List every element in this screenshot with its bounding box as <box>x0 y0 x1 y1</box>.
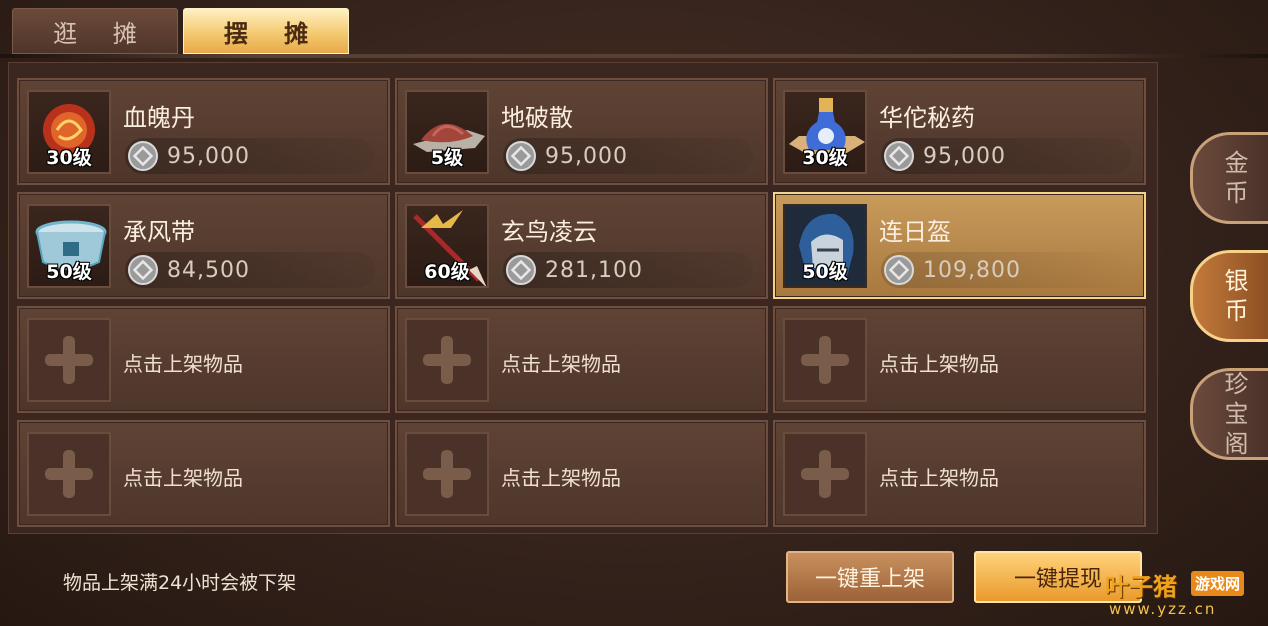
add-item-label: 点击上架物品 <box>501 466 621 490</box>
listing-expiry-notice: 物品上架满24小时会被下架 <box>63 572 297 594</box>
plus-icon <box>801 450 849 498</box>
item-name: 连日盔 <box>879 218 951 246</box>
tab-set-up-stall[interactable]: 摆 摊 <box>183 8 349 54</box>
silver-coin-icon <box>128 141 158 171</box>
item-slot-3[interactable]: 30级 华佗秘药 95,000 <box>773 78 1146 185</box>
item-slot-1[interactable]: 30级 血魄丹 95,000 <box>17 78 390 185</box>
silver-coin-icon <box>884 141 914 171</box>
add-item-box <box>27 432 111 516</box>
watermark-url: www.yzz.cn <box>1109 600 1217 618</box>
add-item-box <box>405 318 489 402</box>
silver-coin-icon <box>884 255 914 285</box>
item-slot-2[interactable]: 5级 地破散 95,000 <box>395 78 768 185</box>
side-tab-silver-coin[interactable]: 银 币 <box>1190 250 1268 342</box>
item-level: 50级 <box>46 261 92 283</box>
plus-icon <box>423 336 471 384</box>
add-item-box <box>783 318 867 402</box>
add-item-label: 点击上架物品 <box>123 466 243 490</box>
item-icon-box: 30级 <box>27 90 111 174</box>
empty-slot-6[interactable]: 点击上架物品 <box>773 420 1146 527</box>
empty-slot-5[interactable]: 点击上架物品 <box>395 420 768 527</box>
side-tab-char: 宝 <box>1224 400 1249 428</box>
item-price: 95,000 <box>167 143 250 169</box>
item-name: 玄鸟凌云 <box>501 218 597 246</box>
side-tab-char: 阁 <box>1224 430 1249 458</box>
add-item-label: 点击上架物品 <box>501 352 621 376</box>
side-tab-char: 珍 <box>1224 370 1249 398</box>
item-level: 30级 <box>46 147 92 169</box>
add-item-box <box>405 432 489 516</box>
empty-slot-1[interactable]: 点击上架物品 <box>17 306 390 413</box>
add-item-box <box>783 432 867 516</box>
relist-all-button[interactable]: 一键重上架 <box>786 551 954 603</box>
item-icon-box: 5级 <box>405 90 489 174</box>
side-tab-char: 币 <box>1224 297 1249 325</box>
item-level: 60级 <box>424 261 470 283</box>
item-icon-box: 30级 <box>783 90 867 174</box>
item-name: 地破散 <box>501 104 573 132</box>
empty-slot-4[interactable]: 点击上架物品 <box>17 420 390 527</box>
plus-icon <box>45 450 93 498</box>
divider <box>0 54 1268 58</box>
add-item-label: 点击上架物品 <box>879 352 999 376</box>
item-slot-5[interactable]: 60级 玄鸟凌云 281,100 <box>395 192 768 299</box>
item-name: 承风带 <box>123 218 195 246</box>
price-row: 95,000 <box>503 138 753 174</box>
item-level: 5级 <box>430 147 464 169</box>
side-tab-treasure-pavilion[interactable]: 珍 宝 阁 <box>1190 368 1268 460</box>
price-row: 84,500 <box>125 252 375 288</box>
empty-slot-3[interactable]: 点击上架物品 <box>773 306 1146 413</box>
item-price: 95,000 <box>545 143 628 169</box>
add-item-label: 点击上架物品 <box>123 352 243 376</box>
item-price: 109,800 <box>923 257 1021 283</box>
item-slot-6-selected[interactable]: 50级 连日盔 109,800 <box>773 192 1146 299</box>
add-item-box <box>27 318 111 402</box>
item-price: 84,500 <box>167 257 250 283</box>
tab-browse-stalls[interactable]: 逛 摊 <box>12 8 178 54</box>
item-icon-box: 60级 <box>405 204 489 288</box>
item-price: 281,100 <box>545 257 643 283</box>
plus-icon <box>423 450 471 498</box>
empty-slot-2[interactable]: 点击上架物品 <box>395 306 768 413</box>
item-icon-box: 50级 <box>783 204 867 288</box>
watermark-main: 叶子猪 <box>1105 573 1177 601</box>
item-name: 华佗秘药 <box>879 104 975 132</box>
side-tab-char: 银 <box>1224 267 1249 295</box>
plus-icon <box>801 336 849 384</box>
side-tab-char: 币 <box>1224 179 1249 207</box>
item-level: 50级 <box>802 261 848 283</box>
price-row: 281,100 <box>503 252 753 288</box>
silver-coin-icon <box>506 141 536 171</box>
price-row: 95,000 <box>125 138 375 174</box>
price-row: 95,000 <box>881 138 1131 174</box>
watermark-badge: 游戏网 <box>1191 571 1245 596</box>
side-tab-char: 金 <box>1224 149 1249 177</box>
add-item-label: 点击上架物品 <box>879 466 999 490</box>
silver-coin-icon <box>128 255 158 285</box>
item-level: 30级 <box>802 147 848 169</box>
side-tab-gold-coin[interactable]: 金 币 <box>1190 132 1268 224</box>
plus-icon <box>45 336 93 384</box>
item-icon-box: 50级 <box>27 204 111 288</box>
watermark-logo: 叶子猪 游戏网 www.yzz.cn <box>1105 565 1261 621</box>
item-slot-4[interactable]: 50级 承风带 84,500 <box>17 192 390 299</box>
item-price: 95,000 <box>923 143 1006 169</box>
silver-coin-icon <box>506 255 536 285</box>
item-name: 血魄丹 <box>123 104 195 132</box>
price-row: 109,800 <box>881 252 1131 288</box>
